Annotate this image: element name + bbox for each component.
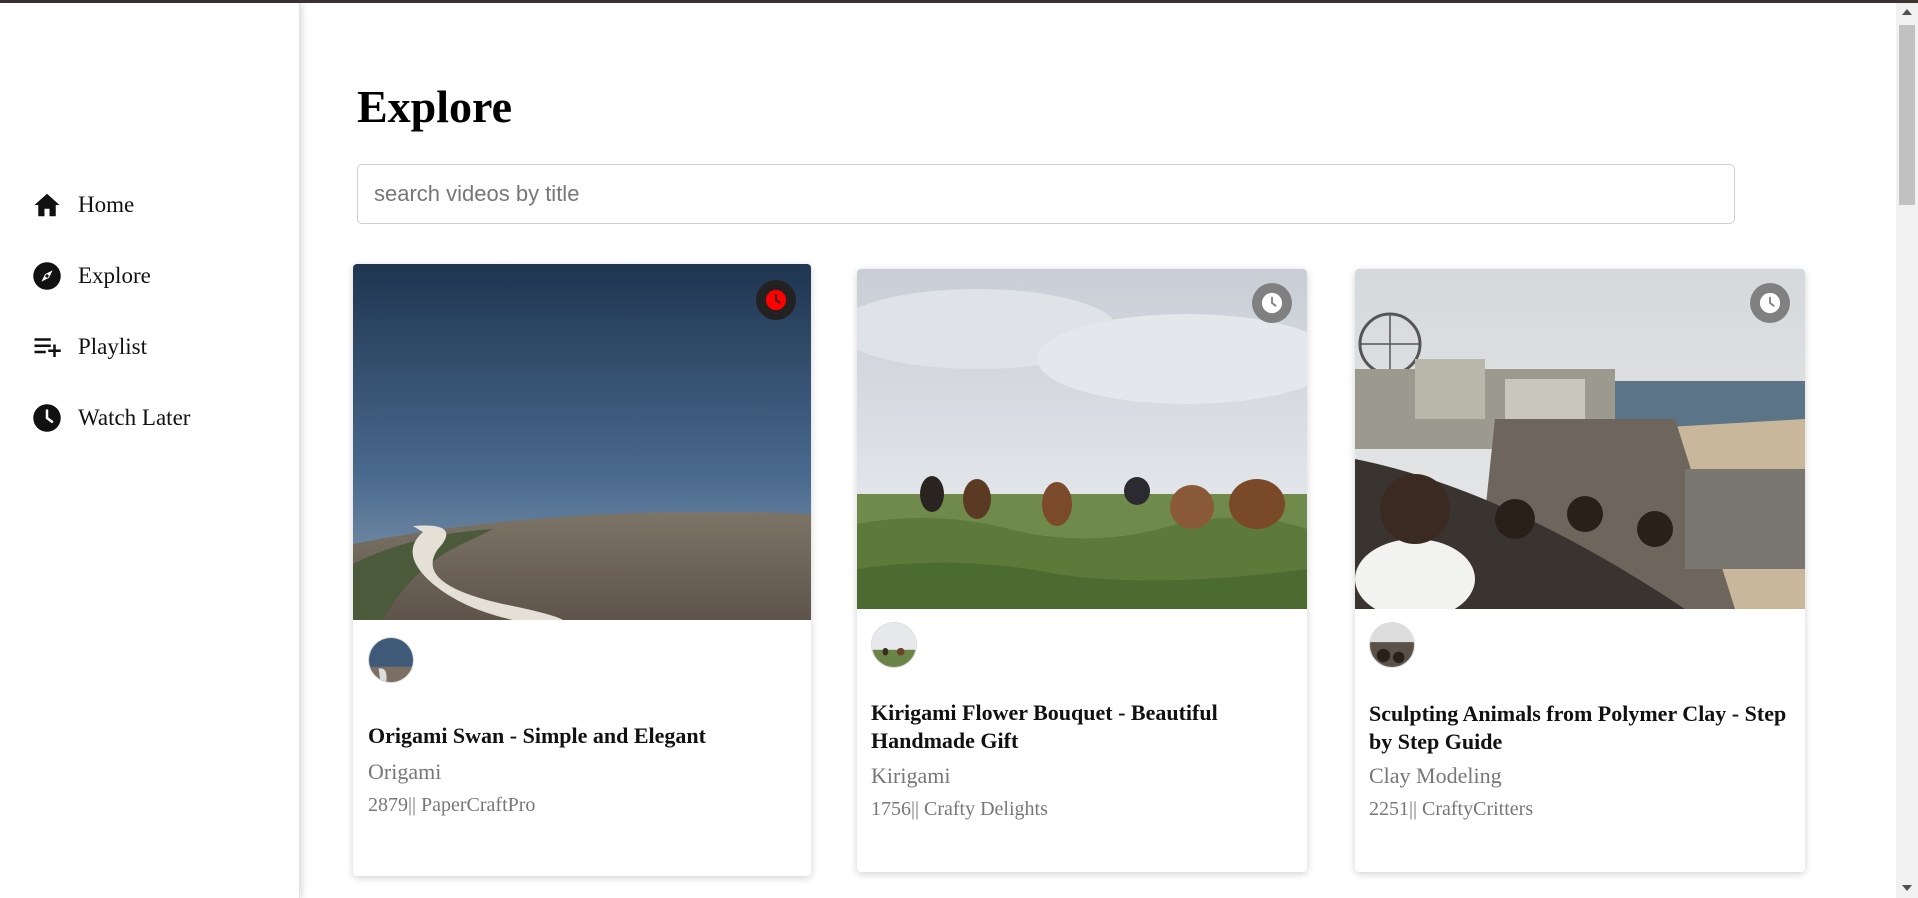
video-card[interactable]: Kirigami Flower Bouquet - Beautiful Hand…: [857, 269, 1307, 872]
clock-icon: [1261, 292, 1283, 314]
playlist-add-icon: [32, 332, 62, 362]
compass-icon: [32, 261, 62, 291]
sidebar-item-label: Home: [78, 191, 135, 217]
video-category: Kirigami: [871, 763, 951, 788]
sidebar-nav: Home Explore Playlist Watch Later: [32, 169, 190, 453]
video-category: Origami: [368, 759, 442, 784]
video-title[interactable]: Kirigami Flower Bouquet - Beautiful Hand…: [871, 699, 1291, 755]
video-meta: 2879|| PaperCraftPro: [368, 794, 535, 817]
view-count: 2879: [368, 794, 408, 816]
video-card[interactable]: Sculpting Animals from Polymer Clay - St…: [1355, 269, 1805, 872]
sidebar-item-label: Playlist: [78, 333, 148, 359]
clock-icon: [32, 403, 62, 433]
home-icon: [32, 190, 62, 220]
vertical-scrollbar[interactable]: [1896, 3, 1918, 898]
creator-name: CraftyCritters: [1422, 798, 1534, 820]
video-thumbnail[interactable]: [1355, 269, 1805, 609]
sidebar-item-label: Explore: [78, 262, 151, 288]
video-meta: 1756|| Crafty Delights: [871, 798, 1048, 821]
creator-name: PaperCraftPro: [421, 794, 536, 816]
sidebar-item-explore[interactable]: Explore: [32, 240, 190, 311]
video-title[interactable]: Sculpting Animals from Polymer Clay - St…: [1369, 700, 1789, 756]
meta-separator: ||: [408, 794, 417, 816]
watch-later-button[interactable]: [756, 280, 796, 320]
video-card[interactable]: Origami Swan - Simple and Elegant Origam…: [353, 264, 811, 876]
view-count: 2251: [1369, 798, 1409, 820]
video-category: Clay Modeling: [1369, 763, 1502, 788]
scroll-down-arrow-icon[interactable]: [1902, 885, 1912, 891]
clock-icon: [765, 289, 787, 311]
main-content: Explore search videos by title Origami S…: [300, 3, 1896, 898]
video-title[interactable]: Origami Swan - Simple and Elegant: [368, 722, 798, 750]
video-thumbnail[interactable]: [353, 264, 811, 620]
avatar: [368, 637, 414, 683]
view-count: 1756: [871, 798, 911, 820]
clock-icon: [1759, 292, 1781, 314]
watch-later-button[interactable]: [1750, 283, 1790, 323]
avatar: [871, 622, 917, 668]
video-thumbnail[interactable]: [857, 269, 1307, 609]
video-meta: 2251|| CraftyCritters: [1369, 798, 1533, 821]
scroll-up-arrow-icon[interactable]: [1902, 9, 1912, 15]
creator-name: Crafty Delights: [924, 798, 1048, 820]
sidebar-item-playlist[interactable]: Playlist: [32, 311, 190, 382]
meta-separator: ||: [911, 798, 920, 820]
watch-later-button[interactable]: [1252, 283, 1292, 323]
page-title: Explore: [357, 81, 513, 132]
search-input[interactable]: [357, 164, 1735, 224]
sidebar-item-home[interactable]: Home: [32, 169, 190, 240]
avatar: [1369, 622, 1415, 668]
sidebar-item-watch-later[interactable]: Watch Later: [32, 382, 190, 453]
meta-separator: ||: [1409, 798, 1418, 820]
sidebar: Home Explore Playlist Watch Later: [0, 3, 300, 898]
sidebar-item-label: Watch Later: [78, 404, 191, 430]
scrollbar-thumb[interactable]: [1899, 25, 1915, 205]
